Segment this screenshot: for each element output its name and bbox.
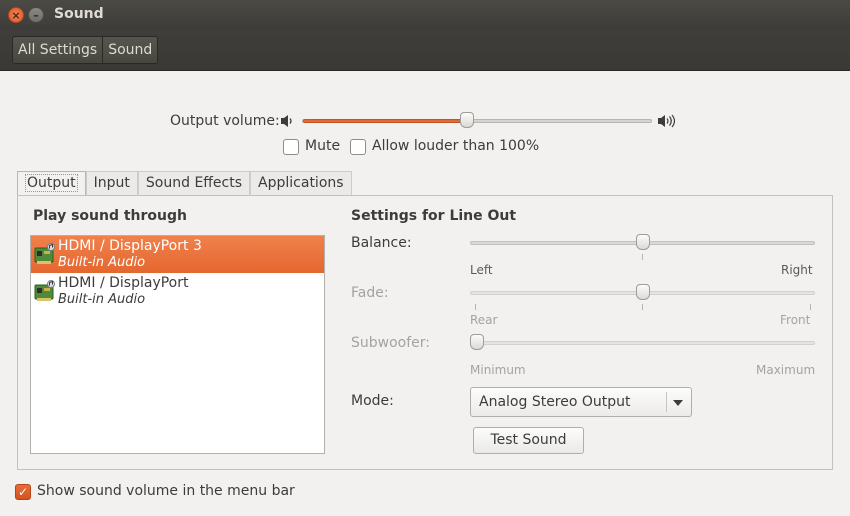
- device-name: HDMI / DisplayPort: [58, 275, 189, 291]
- allow-louder-label: Allow louder than 100%: [372, 138, 540, 154]
- window-title: Sound: [54, 6, 104, 22]
- subwoofer-label: Subwoofer:: [351, 335, 430, 351]
- balance-right-label: Right: [781, 263, 813, 277]
- dropdown-separator: [666, 392, 667, 412]
- list-item[interactable]: HDMI / DisplayPort Built-in Audio: [31, 273, 324, 310]
- tab-applications[interactable]: Applications: [250, 171, 352, 196]
- sound-settings-content: Output volume: Mute Allow louder than 10…: [0, 71, 850, 516]
- balance-handle[interactable]: [636, 234, 650, 250]
- output-tab-panel: Play sound through HDMI / DisplayPort 3 …: [17, 195, 833, 470]
- audio-card-icon: [34, 280, 55, 301]
- mute-checkbox[interactable]: [283, 139, 299, 155]
- balance-center-tick: [642, 254, 643, 260]
- tab-output[interactable]: Output: [17, 171, 86, 197]
- fade-max-tick: [810, 304, 811, 310]
- mode-value: Analog Stereo Output: [479, 394, 631, 410]
- output-volume-label: Output volume:: [170, 113, 280, 129]
- mode-label: Mode:: [351, 393, 394, 409]
- mute-label: Mute: [305, 138, 341, 154]
- balance-label: Balance:: [351, 235, 412, 251]
- output-device-list[interactable]: HDMI / DisplayPort 3 Built-in Audio HDMI…: [30, 235, 325, 454]
- output-volume-handle[interactable]: [460, 112, 474, 128]
- subwoofer-slider[interactable]: [470, 341, 815, 345]
- fade-min-tick: [475, 304, 476, 310]
- fade-handle[interactable]: [636, 284, 650, 300]
- audio-card-icon: [34, 243, 55, 264]
- speaker-high-icon[interactable]: [657, 114, 675, 128]
- list-item[interactable]: HDMI / DisplayPort 3 Built-in Audio: [31, 236, 324, 273]
- subwoofer-min-label: Minimum: [470, 363, 526, 377]
- test-sound-button[interactable]: Test Sound: [473, 427, 584, 454]
- speaker-low-icon[interactable]: [280, 114, 296, 128]
- breadcrumb-all-settings[interactable]: All Settings: [13, 37, 103, 63]
- breadcrumb-sound[interactable]: Sound: [102, 37, 158, 63]
- chevron-down-icon: [673, 400, 683, 406]
- close-icon[interactable]: ×: [8, 7, 24, 23]
- tab-output-label: Output: [25, 174, 78, 192]
- title-bar: × – Sound: [0, 0, 850, 30]
- tab-sound-effects[interactable]: Sound Effects: [137, 171, 251, 196]
- balance-left-label: Left: [470, 263, 493, 277]
- tab-input[interactable]: Input: [85, 171, 138, 196]
- output-volume-slider[interactable]: [302, 119, 652, 123]
- toolbar: All Settings Sound: [0, 30, 850, 71]
- settings-heading: Settings for Line Out: [351, 208, 517, 224]
- play-sound-through-heading: Play sound through: [33, 208, 187, 224]
- menu-bar-label: Show sound volume in the menu bar: [37, 483, 295, 499]
- output-volume-fill: [303, 119, 468, 123]
- fade-front-label: Front: [780, 313, 811, 327]
- subwoofer-handle[interactable]: [470, 334, 484, 350]
- device-name: HDMI / DisplayPort 3: [58, 238, 202, 254]
- fade-label: Fade:: [351, 285, 389, 301]
- minimize-icon[interactable]: –: [28, 7, 44, 23]
- fade-rear-label: Rear: [470, 313, 498, 327]
- breadcrumb: All Settings Sound: [12, 36, 159, 64]
- subwoofer-max-label: Maximum: [756, 363, 816, 377]
- checkmark-icon: ✓: [17, 485, 29, 499]
- allow-louder-checkbox[interactable]: [350, 139, 366, 155]
- mode-dropdown[interactable]: Analog Stereo Output: [470, 387, 692, 417]
- device-subtitle: Built-in Audio: [58, 292, 146, 307]
- menu-bar-checkbox[interactable]: ✓: [15, 484, 31, 500]
- tab-bar: Output Input Sound Effects Applications: [17, 171, 352, 197]
- device-subtitle: Built-in Audio: [58, 255, 146, 270]
- fade-center-tick: [642, 304, 643, 310]
